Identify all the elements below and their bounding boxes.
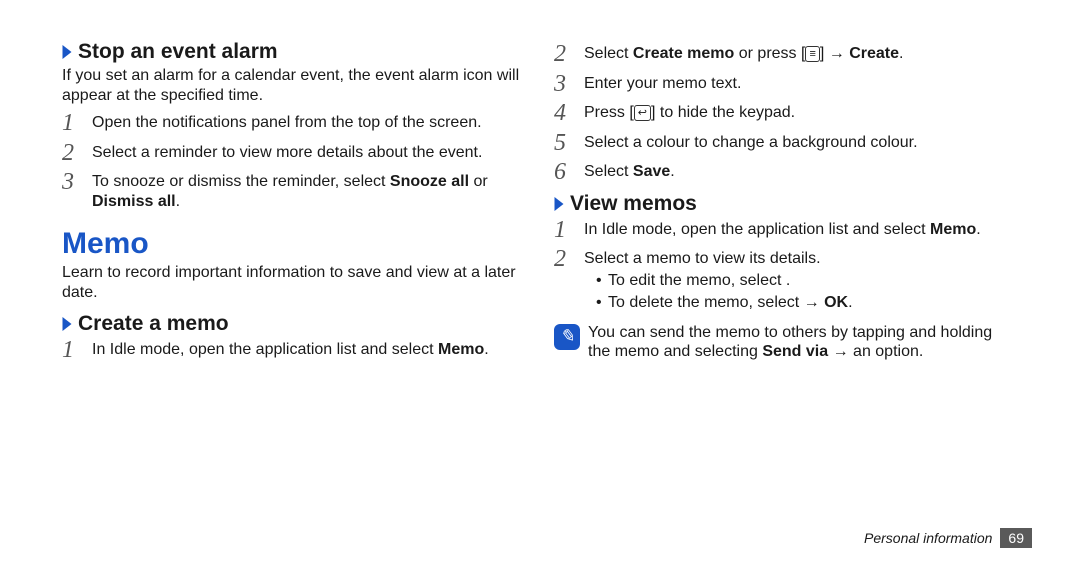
- step-text: .: [670, 163, 674, 180]
- section-head-create-memo: Create a memo: [62, 312, 526, 336]
- menu-key-icon: ≡: [805, 46, 819, 62]
- chevron-right-icon: [555, 197, 564, 211]
- step-text: or press [: [734, 45, 805, 62]
- left-column: Stop an event alarm If you set an alarm …: [48, 40, 540, 548]
- section-title: View memos: [570, 192, 697, 216]
- note-fragment: an option.: [849, 343, 924, 360]
- section-title: Stop an event alarm: [78, 40, 278, 64]
- bold-text: Snooze all: [390, 173, 469, 190]
- bold-text: Send via: [762, 343, 828, 360]
- page-footer: Personal information 69: [864, 528, 1032, 548]
- page-number: 69: [1000, 528, 1032, 548]
- arrow-right-icon: →: [804, 293, 820, 313]
- step-text: Select: [584, 45, 633, 62]
- step-text: Press [: [584, 104, 634, 121]
- bold-text: Dismiss all: [92, 193, 176, 210]
- step-text: .: [899, 45, 903, 62]
- bullet-text: To delete the memo, select: [608, 294, 804, 311]
- note-icon: ✎: [554, 324, 580, 350]
- bullet-text: .: [848, 294, 852, 311]
- step-text: .: [176, 193, 180, 210]
- intro-text: If you set an alarm for a calendar event…: [62, 66, 526, 105]
- step-text: To snooze or dismiss the reminder, selec…: [92, 173, 390, 190]
- right-column: Select Create memo or press [≡] → Create…: [540, 40, 1032, 548]
- step-text: In Idle mode, open the application list …: [584, 221, 930, 238]
- bold-text: Create: [849, 45, 899, 62]
- feature-title: Memo: [62, 227, 526, 261]
- section-title: Create a memo: [78, 312, 229, 336]
- steps-list-create-memo-cont: Select Create memo or press [≡] → Create…: [554, 44, 1018, 182]
- steps-list-view-memos: In Idle mode, open the application list …: [554, 220, 1018, 313]
- step-item: Select a memo to view its details. To ed…: [554, 249, 1018, 313]
- step-text: Select: [584, 163, 633, 180]
- step-text: ]: [820, 45, 829, 62]
- bold-text: Memo: [930, 221, 976, 238]
- step-item: Select Save.: [554, 162, 1018, 182]
- step-item: Press [↩] to hide the keypad.: [554, 103, 1018, 123]
- step-item: Select a colour to change a background c…: [554, 133, 1018, 153]
- bold-text: Save: [633, 163, 670, 180]
- step-text: Select a memo to view its details.: [584, 250, 821, 267]
- step-item: Enter your memo text.: [554, 74, 1018, 94]
- section-head-view-memos: View memos: [554, 192, 1018, 216]
- step-text: In Idle mode, open the application list …: [92, 341, 438, 358]
- section-head-stop-alarm: Stop an event alarm: [62, 40, 526, 64]
- step-item: To snooze or dismiss the reminder, selec…: [62, 172, 526, 211]
- step-text: .: [484, 341, 488, 358]
- step-item: Select a reminder to view more details a…: [62, 143, 526, 163]
- steps-list-stop-alarm: Open the notifications panel from the to…: [62, 113, 526, 211]
- step-item: In Idle mode, open the application list …: [62, 340, 526, 360]
- bold-text: Memo: [438, 341, 484, 358]
- feature-desc: Learn to record important information to…: [62, 263, 526, 302]
- step-item: Open the notifications panel from the to…: [62, 113, 526, 133]
- chevron-right-icon: [63, 317, 72, 331]
- bullet-item: To delete the memo, select → OK.: [596, 293, 1018, 313]
- step-text: or: [469, 173, 488, 190]
- back-key-icon: ↩: [634, 105, 651, 121]
- step-text: ] to hide the keypad.: [651, 104, 795, 121]
- chevron-right-icon: [63, 45, 72, 59]
- steps-list-create-memo: In Idle mode, open the application list …: [62, 340, 526, 360]
- step-text: .: [976, 221, 980, 238]
- bullets: To edit the memo, select . To delete the…: [584, 271, 1018, 313]
- bold-text: OK: [824, 294, 848, 311]
- bold-text: Create memo: [633, 45, 734, 62]
- note-box: ✎ You can send the memo to others by tap…: [554, 323, 1018, 362]
- step-item: In Idle mode, open the application list …: [554, 220, 1018, 240]
- note-text: You can send the memo to others by tappi…: [588, 323, 1018, 362]
- footer-section: Personal information: [864, 530, 992, 546]
- step-item: Select Create memo or press [≡] → Create…: [554, 44, 1018, 64]
- bullet-item: To edit the memo, select .: [596, 271, 1018, 291]
- arrow-right-icon: →: [829, 44, 845, 64]
- arrow-right-icon: →: [833, 342, 849, 362]
- page: Stop an event alarm If you set an alarm …: [0, 0, 1080, 560]
